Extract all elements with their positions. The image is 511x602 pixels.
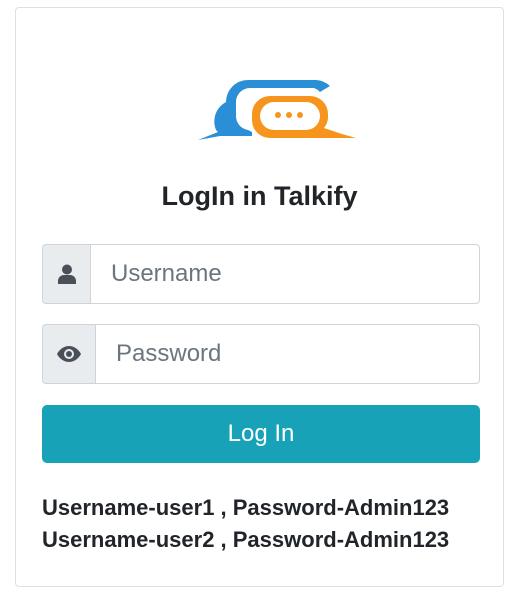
login-card: LogIn in Talkify Log In Username-user1 ,… (15, 7, 504, 587)
username-input[interactable] (90, 244, 480, 304)
page-title: LogIn in Talkify (161, 181, 358, 211)
talkify-logo (198, 80, 356, 140)
login-button[interactable]: Log In (42, 405, 480, 463)
credential-hint-2: Username-user2 , Password-Admin123 (42, 527, 450, 552)
username-addon (42, 244, 90, 304)
eye-icon (57, 346, 81, 362)
password-input[interactable] (95, 324, 480, 384)
credential-hint-1: Username-user1 , Password-Admin123 (42, 495, 450, 520)
username-group (42, 244, 480, 304)
password-group (42, 324, 480, 384)
user-icon (57, 264, 76, 284)
password-addon (42, 324, 95, 384)
